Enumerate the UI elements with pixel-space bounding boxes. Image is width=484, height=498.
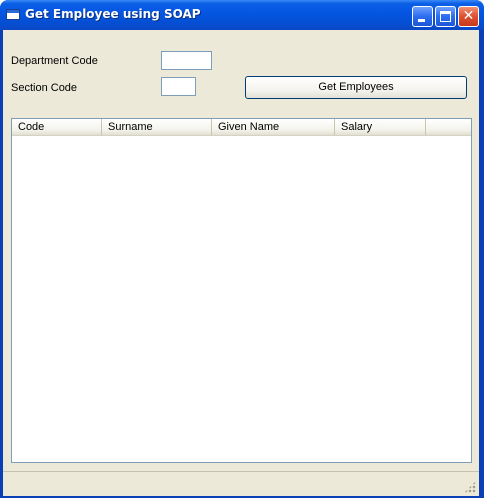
title-bar[interactable]: Get Employee using SOAP ✕ (0, 0, 484, 30)
employee-list-view[interactable]: Code Surname Given Name Salary (11, 118, 472, 463)
close-icon: ✕ (462, 8, 475, 24)
close-button[interactable]: ✕ (458, 6, 479, 27)
client-area: Department Code Section Code Get Employe… (3, 30, 479, 496)
minimize-button[interactable] (412, 6, 433, 27)
maximize-button[interactable] (435, 6, 456, 27)
column-header-salary[interactable]: Salary (335, 119, 426, 135)
window-app-icon[interactable] (6, 9, 20, 20)
department-code-input[interactable] (161, 51, 212, 70)
list-header: Code Surname Given Name Salary (12, 119, 471, 136)
column-header-given-name[interactable]: Given Name (212, 119, 335, 135)
window-title: Get Employee using SOAP (25, 7, 201, 21)
status-bar (3, 471, 479, 496)
column-header-code[interactable]: Code (12, 119, 102, 135)
column-header-surname[interactable]: Surname (102, 119, 212, 135)
resize-grip-icon[interactable] (464, 481, 476, 493)
section-code-input[interactable] (161, 77, 196, 96)
section-code-label: Section Code (11, 82, 78, 94)
app-window: Get Employee using SOAP ✕ Department Cod… (0, 0, 484, 498)
department-code-label: Department Code (11, 55, 98, 67)
get-employees-button[interactable]: Get Employees (245, 76, 467, 99)
